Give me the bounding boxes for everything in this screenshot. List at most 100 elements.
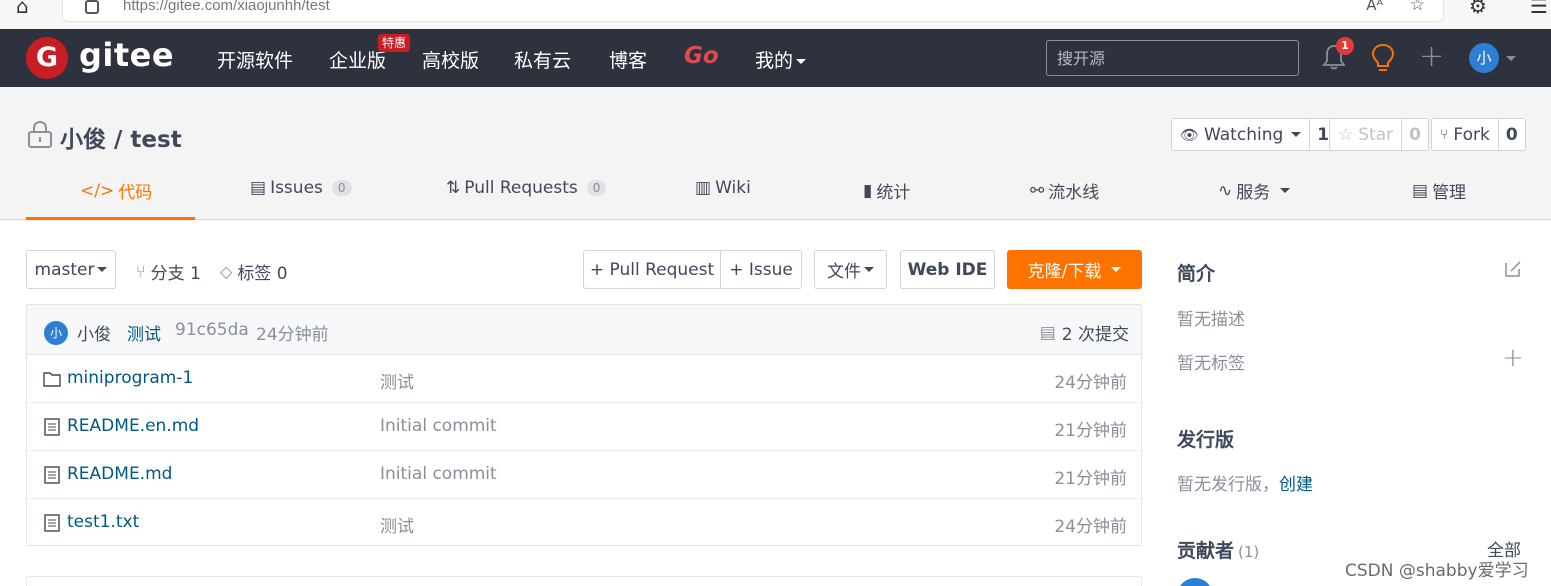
nav-private-cloud[interactable]: 私有云	[514, 46, 571, 73]
create-release-link[interactable]: 创建	[1279, 475, 1313, 495]
file-name[interactable]: README.md	[67, 464, 172, 484]
edit-icon[interactable]	[1503, 259, 1523, 279]
file-text-icon	[44, 418, 60, 436]
read-aloud-icon[interactable]: Aᴬ	[1366, 0, 1383, 14]
file-row[interactable]: README.en.md Initial commit 21分钟前	[27, 403, 1141, 451]
tag-icon: ◇	[220, 262, 233, 281]
site-info-icon[interactable]	[85, 0, 99, 14]
file-menu-button[interactable]: 文件	[814, 250, 887, 289]
file-row[interactable]: test1.txt 测试 24分钟前	[27, 499, 1141, 547]
tab-pipeline[interactable]: ⚯ 流水线	[1030, 178, 1099, 204]
bar-chart-icon: ▮	[863, 180, 873, 201]
file-name[interactable]: miniprogram-1	[67, 368, 193, 388]
code-icon: </>	[80, 180, 115, 201]
fork-button[interactable]: ⑂ Fork 0	[1431, 118, 1526, 151]
file-commit-message[interactable]: Initial commit	[380, 464, 497, 484]
nav-mine-menu[interactable]: 我的	[755, 46, 807, 73]
tags-link[interactable]: ◇ 标签 0	[220, 259, 288, 284]
promo-badge: 特惠	[378, 34, 411, 52]
nav-go[interactable]: Go	[684, 43, 719, 69]
gitee-logo-icon[interactable]: G	[26, 37, 68, 79]
commit-author-avatar[interactable]: 小	[44, 321, 68, 345]
issues-icon: ▤	[250, 178, 267, 198]
avatar-chevron-down-icon[interactable]	[1506, 56, 1516, 61]
pr-count: 0	[586, 180, 607, 196]
url-text[interactable]: https://gitee.com/xiaojunhh/test	[123, 0, 330, 14]
fork-count[interactable]: 0	[1497, 119, 1525, 150]
create-plus-icon[interactable]: +	[1419, 39, 1444, 74]
add-favorite-icon[interactable]: ☆	[1410, 0, 1425, 15]
user-avatar[interactable]: 小	[1469, 43, 1499, 73]
home-icon[interactable]: ⌂	[16, 0, 29, 18]
tab-services-label: 服务	[1236, 183, 1271, 203]
issues-count: 0	[331, 180, 352, 196]
no-release-line: 暂无发行版，创建	[1177, 470, 1313, 495]
tags-label: 标签 0	[237, 264, 288, 284]
tab-issues[interactable]: ▤ Issues 0	[250, 178, 352, 198]
book-icon: ▥	[695, 178, 712, 198]
branches-link[interactable]: ⑂ 分支 1	[136, 259, 201, 284]
file-time: 21分钟前	[1054, 421, 1127, 441]
lightbulb-icon[interactable]	[1370, 43, 1396, 73]
star-button[interactable]: ☆ Star 0	[1329, 118, 1429, 151]
commit-message[interactable]: 测试	[127, 320, 161, 345]
tab-wiki-label: Wiki	[715, 178, 751, 198]
new-issue-button[interactable]: + Issue	[720, 250, 802, 289]
nav-open-source[interactable]: 开源软件	[217, 46, 293, 73]
commit-count-link[interactable]: ▤ 2 次提交	[1040, 320, 1129, 346]
tab-stats-label: 统计	[876, 183, 911, 203]
logo-letter: G	[35, 42, 59, 73]
add-tag-plus-icon[interactable]: +	[1502, 343, 1524, 373]
file-row[interactable]: README.md Initial commit 21分钟前	[27, 451, 1141, 499]
address-bar[interactable]: https://gitee.com/xiaojunhh/test Aᴬ ☆	[62, 0, 1444, 22]
tab-pr-label: Pull Requests	[464, 178, 578, 198]
no-tags-text: 暂无标签	[1177, 354, 1245, 374]
new-pull-request-button[interactable]: + Pull Request	[583, 250, 721, 289]
watch-label: Watching	[1204, 124, 1284, 145]
tab-code[interactable]: </> 代码	[80, 178, 153, 204]
tab-stats[interactable]: ▮ 统计	[863, 178, 911, 204]
file-commit-message[interactable]: Initial commit	[380, 416, 497, 436]
fork-icon: ⑂	[1440, 126, 1449, 143]
tab-manage[interactable]: ▤ 管理	[1412, 178, 1467, 204]
favorites-icon[interactable]: ☰	[1530, 0, 1548, 18]
logo-text[interactable]: gitee	[79, 36, 174, 74]
chevron-down-icon	[97, 267, 108, 272]
commit-hash[interactable]: 91c65da	[175, 320, 249, 340]
nav-mine-label: 我的	[755, 50, 794, 72]
top-navbar: G gitee 开源软件 企业版 特惠 高校版 私有云 博客 Go 我的 1 +…	[0, 29, 1551, 87]
private-lock-icon	[28, 120, 52, 148]
file-time: 24分钟前	[1054, 517, 1127, 537]
tab-services[interactable]: ∿ 服务	[1218, 178, 1291, 203]
branch-select[interactable]: master	[26, 250, 116, 289]
fork-label: Fork	[1453, 124, 1490, 145]
star-icon: ☆	[1338, 124, 1354, 145]
watch-button[interactable]: 👁 Watching 1	[1171, 118, 1338, 151]
browser-toolbar: ⌂ https://gitee.com/xiaojunhh/test Aᴬ ☆ …	[0, 0, 1551, 29]
web-ide-button[interactable]: Web IDE	[900, 250, 995, 289]
tab-code-label: 代码	[118, 183, 153, 203]
tab-manage-label: 管理	[1432, 183, 1467, 203]
commit-count-label: 2 次提交	[1061, 325, 1129, 345]
file-menu-label: 文件	[827, 262, 861, 282]
tab-wiki[interactable]: ▥ Wiki	[695, 178, 751, 198]
star-count[interactable]: 0	[1401, 119, 1428, 150]
repo-title[interactable]: 小俊 / test	[60, 120, 182, 154]
file-commit-message[interactable]: 测试	[380, 368, 414, 393]
branches-label: 分支 1	[150, 264, 201, 284]
file-commit-message[interactable]: 测试	[380, 512, 414, 537]
commit-author[interactable]: 小俊	[77, 320, 111, 345]
search-input[interactable]	[1047, 41, 1298, 75]
active-tab-indicator	[26, 217, 195, 220]
folder-icon	[43, 372, 61, 387]
extensions-icon[interactable]: ⚙	[1469, 0, 1487, 18]
file-row[interactable]: miniprogram-1 测试 24分钟前	[27, 355, 1141, 403]
tab-pull-requests[interactable]: ⇅ Pull Requests 0	[446, 178, 607, 198]
star-label: Star	[1358, 124, 1394, 145]
file-name[interactable]: test1.txt	[67, 512, 139, 532]
clone-download-button[interactable]: 克隆/下载	[1007, 250, 1142, 289]
no-description-text: 暂无描述	[1177, 310, 1245, 330]
file-name[interactable]: README.en.md	[67, 416, 199, 436]
nav-education[interactable]: 高校版	[422, 46, 479, 73]
nav-blog[interactable]: 博客	[609, 46, 647, 73]
